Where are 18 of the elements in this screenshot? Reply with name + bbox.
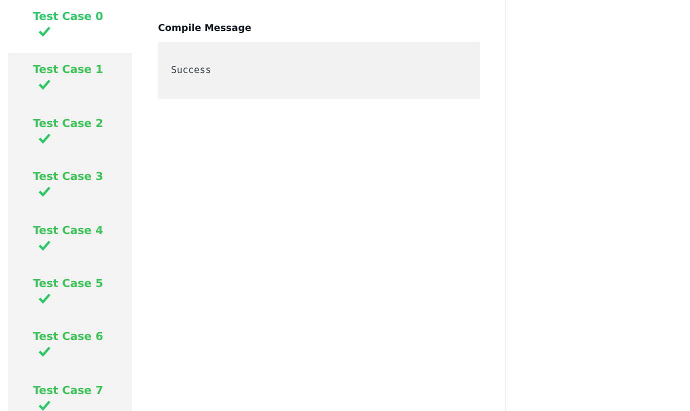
compile-message-text: Success <box>171 65 212 76</box>
test-case-tab[interactable]: Test Case 1 <box>8 53 132 107</box>
check-icon <box>38 400 51 411</box>
test-case-tab[interactable]: Test Case 4 <box>8 214 132 267</box>
check-icon <box>38 240 51 251</box>
test-case-tab[interactable]: Test Case 3 <box>8 160 132 214</box>
test-case-tab[interactable]: Test Case 5 <box>8 266 132 320</box>
check-icon <box>38 132 51 144</box>
check-icon <box>38 26 51 37</box>
test-case-tab[interactable]: Test Case 0 <box>8 0 132 54</box>
section-heading: Compile Message <box>158 23 252 34</box>
check-icon <box>38 346 51 358</box>
test-case-tab[interactable]: Test Case 6 <box>8 320 132 374</box>
test-case-tab[interactable]: Test Case 2 <box>8 106 132 160</box>
check-icon <box>38 79 51 90</box>
check-icon <box>38 186 51 198</box>
test-case-tab[interactable]: Test Case 7 <box>8 374 132 411</box>
check-icon <box>38 292 51 304</box>
